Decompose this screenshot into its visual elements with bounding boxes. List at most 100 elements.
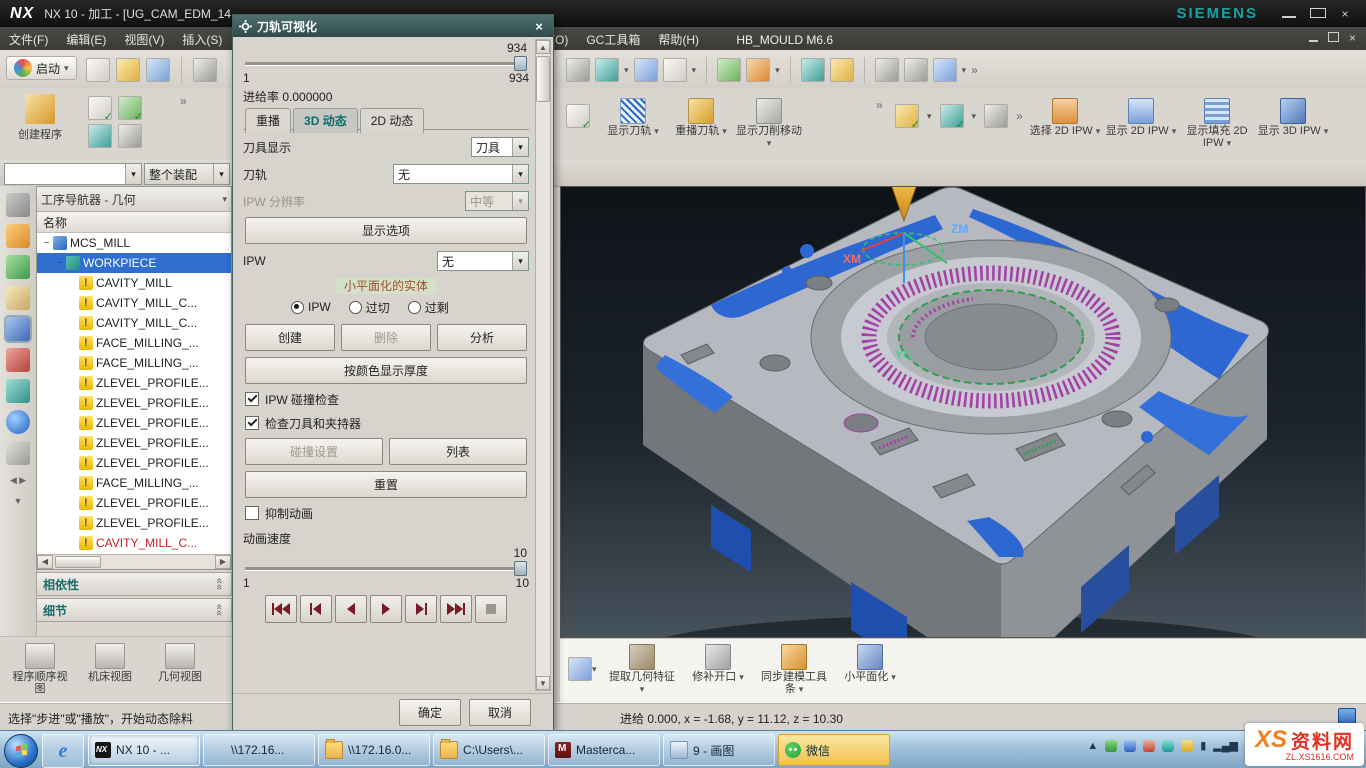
pin-icon[interactable]: ▾ — [222, 194, 227, 205]
modeling-button[interactable]: 同步建模工具条 ▾ — [758, 641, 830, 695]
part-navigator-icon[interactable] — [6, 286, 30, 310]
tree-node[interactable]: CAVITY_MILL — [37, 273, 231, 293]
chevron-down-icon[interactable]: ▾ — [512, 165, 528, 183]
dialog-tab[interactable]: 重播 — [245, 108, 291, 133]
true-shading-icon[interactable] — [801, 58, 825, 82]
reset-button[interactable]: 重置 — [245, 471, 527, 498]
scroll-down-icon[interactable]: ▼ — [536, 676, 550, 690]
tray-blue-app-icon[interactable] — [1124, 740, 1136, 752]
new-file-icon[interactable] — [86, 58, 110, 82]
dialog-title-bar[interactable]: 刀轨可视化 × — [233, 15, 553, 37]
menu-item[interactable]: GC工具箱 — [577, 27, 649, 52]
chevron-down-icon[interactable]: ▾ — [891, 672, 896, 682]
chevron-down-icon[interactable]: ▾ — [1227, 138, 1232, 148]
tree-expander-icon[interactable]: − — [41, 238, 52, 249]
ipw-collision-check-row[interactable]: IPW 碰撞检查 — [245, 390, 529, 408]
toolbar-overflow-icon[interactable]: » — [971, 63, 978, 77]
tray-green-app-icon[interactable] — [1105, 740, 1117, 752]
chevron-down-icon[interactable]: ▾ — [125, 164, 141, 184]
chevron-down-icon[interactable]: ▾ — [592, 664, 597, 674]
ok-button[interactable]: 确定 — [399, 699, 461, 726]
restore-button[interactable] — [1310, 7, 1324, 21]
measure-distance-icon[interactable] — [904, 58, 928, 82]
enter-sketch-icon[interactable] — [717, 58, 741, 82]
view-switch-button[interactable]: 机床视图 — [78, 641, 142, 702]
taskbar-item[interactable]: \\172.16... — [203, 734, 315, 766]
modeling-button[interactable]: 修补开口 ▾ — [682, 641, 754, 683]
toolpath-progress-slider[interactable] — [245, 56, 527, 70]
cut-icon[interactable] — [193, 58, 217, 82]
chevron-down-icon[interactable]: ▾ — [972, 111, 977, 122]
verify-toolpath-icon[interactable] — [118, 96, 142, 120]
internet-explorer-button[interactable]: e — [42, 734, 84, 768]
view-switch-button[interactable]: 几何视图 — [148, 641, 212, 702]
tool-path-dropdown[interactable]: 无 ▾ — [393, 164, 529, 184]
taskbar-item[interactable]: 9 - 画图 — [663, 734, 775, 766]
radio-option[interactable]: 过剩 — [408, 299, 449, 316]
generate-toolpath-icon[interactable] — [88, 96, 112, 120]
reuse-library-icon[interactable] — [6, 379, 30, 403]
ipw-button[interactable]: 显示 2D IPW ▾ — [1104, 96, 1178, 137]
close-button[interactable]: × — [1338, 7, 1352, 21]
slider-thumb[interactable] — [514, 56, 527, 71]
child-close-button[interactable]: × — [1349, 31, 1356, 45]
scroll-right-icon[interactable]: ▶ — [215, 555, 231, 569]
taskbar-item[interactable]: \\172.16.0... — [318, 734, 430, 766]
cancel-button[interactable]: 取消 — [469, 699, 531, 726]
menu-item[interactable]: 帮助(H) — [649, 27, 708, 52]
machine-simulate-icon[interactable] — [895, 104, 919, 128]
ipw-button[interactable]: 显示填充 2D IPW ▾ — [1180, 96, 1254, 149]
modeling-button[interactable]: 小平面化 ▾ — [834, 641, 906, 683]
go-to-end-button[interactable] — [440, 595, 472, 623]
tree-node[interactable]: ZLEVEL_PROFILE... — [37, 413, 231, 433]
tree-node[interactable]: ZLEVEL_PROFILE... — [37, 373, 231, 393]
constraint-navigator-icon[interactable] — [6, 255, 30, 279]
exit-sketch-icon[interactable] — [746, 58, 770, 82]
measure-angle-icon[interactable] — [933, 58, 957, 82]
menu-item[interactable]: 编辑(E) — [57, 27, 115, 52]
tree-node[interactable]: − WORKPIECE — [37, 253, 231, 273]
play-backward-button[interactable] — [335, 595, 367, 623]
tree-node[interactable]: ZLEVEL_PROFILE... — [37, 453, 231, 473]
chevron-down-icon[interactable]: ▾ — [1096, 126, 1101, 136]
selection-filter-combo[interactable]: ▾ — [4, 163, 142, 185]
tree-node[interactable]: ZLEVEL_PROFILE... — [37, 433, 231, 453]
minimize-button[interactable] — [1282, 7, 1296, 21]
tree-node[interactable]: CAVITY_MILL_C... — [37, 293, 231, 313]
chevron-down-icon[interactable]: ▾ — [739, 672, 744, 682]
chevron-down-icon[interactable]: ▾ — [962, 65, 967, 76]
chevron-down-icon[interactable]: ▾ — [512, 138, 528, 156]
resource-bar-expand-icon[interactable]: ◀ ▶ — [0, 475, 36, 486]
scroll-up-icon[interactable]: ▲ — [536, 40, 550, 54]
collapse-icon[interactable]: «« — [213, 578, 225, 590]
chevron-down-icon[interactable]: ▾ — [767, 138, 772, 148]
step-forward-button[interactable] — [405, 595, 437, 623]
chevron-down-icon[interactable]: ▾ — [722, 126, 727, 136]
toolpath-display-button[interactable]: 重播刀轨 ▾ — [668, 96, 734, 137]
horizontal-scrollbar[interactable]: ◀ ▶ — [37, 554, 231, 569]
tool-holder-check-row[interactable]: 检查刀具和夹持器 — [245, 414, 529, 432]
column-header[interactable]: 名称 — [37, 212, 231, 233]
dialog-close-icon[interactable]: × — [531, 19, 547, 34]
view-switch-button[interactable]: 程序顺序视图 — [8, 641, 72, 702]
selection-scope-dropdown[interactable]: 整个装配 ▾ — [144, 163, 230, 185]
tree-node[interactable]: FACE_MILLING_... — [37, 473, 231, 493]
tree-node[interactable]: CAVITY_MILL_C... — [37, 313, 231, 333]
tree-expander-icon[interactable]: − — [54, 258, 65, 269]
chevron-down-icon[interactable]: ▾ — [1172, 126, 1177, 136]
group-overflow-icon[interactable]: » — [876, 98, 883, 112]
checkbox-icon[interactable] — [245, 392, 259, 406]
chevron-down-icon[interactable]: ▾ — [775, 65, 780, 76]
background-icon[interactable] — [663, 58, 687, 82]
child-restore-button[interactable] — [1328, 31, 1339, 45]
tree-node[interactable]: FACE_MILLING_... — [37, 353, 231, 373]
ipw-dropdown[interactable]: 无 ▾ — [437, 251, 529, 271]
roles-gear-icon[interactable] — [6, 193, 30, 217]
history-icon[interactable] — [6, 441, 30, 465]
offset-region-icon[interactable] — [568, 657, 592, 681]
tray-teal-app-icon[interactable] — [1162, 740, 1174, 752]
assembly-navigator-icon[interactable] — [6, 224, 30, 248]
tray-yellow-app-icon[interactable] — [1181, 740, 1193, 752]
shaded-view-icon[interactable] — [634, 58, 658, 82]
create-button[interactable]: 创建 — [245, 324, 335, 351]
